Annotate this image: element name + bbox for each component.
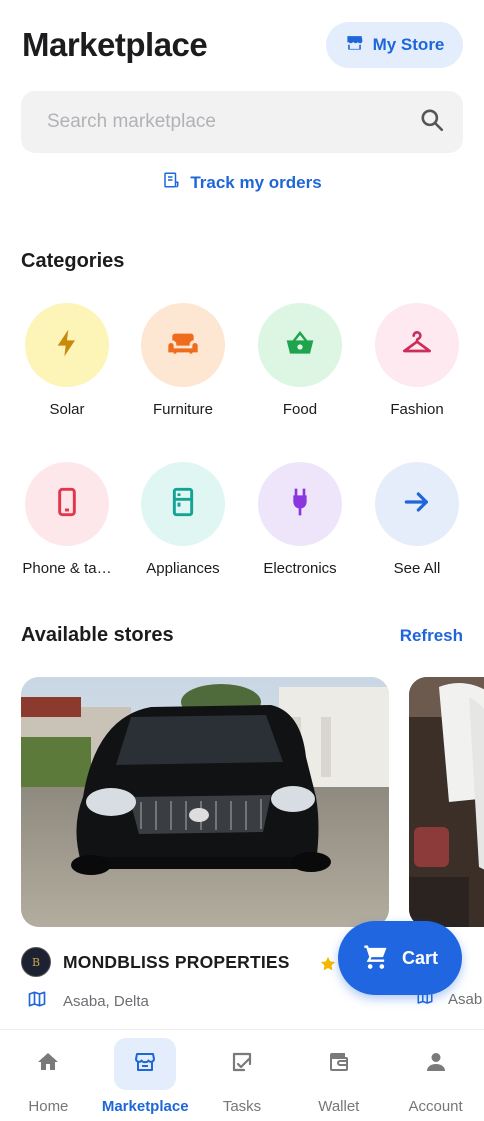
category-label: Fashion: [390, 401, 444, 418]
my-store-label: My Store: [372, 35, 445, 54]
search-input[interactable]: [47, 111, 419, 133]
search-icon[interactable]: [419, 107, 445, 138]
category-icon-circle: [25, 462, 109, 546]
category-appliances[interactable]: Appliances: [125, 462, 241, 577]
nav-wallet[interactable]: Wallet: [290, 1030, 387, 1121]
nav-icon-wrap: [114, 1038, 177, 1090]
category-icon-circle: [258, 303, 342, 387]
star-icon: [319, 955, 337, 978]
category-icon-circle: [375, 303, 459, 387]
arrow-right-icon: [401, 486, 433, 523]
fridge-icon: [167, 486, 199, 523]
category-icon-circle: [25, 303, 109, 387]
category-fashion[interactable]: Fashion: [359, 303, 475, 418]
account-icon: [424, 1050, 448, 1079]
store-location-2: Asab: [448, 990, 483, 1008]
tasks-icon: [230, 1050, 254, 1079]
map-icon: [27, 989, 47, 1014]
bolt-icon: [51, 327, 83, 364]
category-see-all[interactable]: See All: [359, 462, 475, 577]
store-icon: [133, 1050, 157, 1079]
category-electronics[interactable]: Electronics: [242, 462, 358, 577]
hanger-icon: [401, 327, 433, 364]
category-label: Food: [282, 401, 318, 418]
nav-label: Wallet: [318, 1098, 360, 1115]
category-food[interactable]: Food: [242, 303, 358, 418]
header: Marketplace My Store: [22, 22, 463, 68]
cart-button[interactable]: Cart: [338, 921, 462, 995]
nav-icon-wrap: [211, 1038, 273, 1090]
categories-title: Categories: [21, 250, 125, 272]
category-icon-circle: [258, 462, 342, 546]
category-label: See All: [393, 560, 441, 577]
bottom-nav: Home Marketplace Tasks Wallet Account: [0, 1029, 484, 1121]
store-photo-2: [409, 677, 484, 927]
nav-icon-wrap: [17, 1038, 79, 1090]
store-location: Asaba, Delta: [63, 993, 149, 1010]
available-stores-title: Available stores: [21, 624, 174, 646]
store-card-image-2[interactable]: [409, 677, 484, 927]
track-orders-label: Track my orders: [190, 172, 322, 192]
storefront-icon: [345, 33, 364, 57]
category-icon-circle: [375, 462, 459, 546]
page-title: Marketplace: [22, 26, 208, 63]
nav-marketplace[interactable]: Marketplace: [97, 1030, 194, 1121]
wallet-icon: [327, 1050, 351, 1079]
nav-label: Home: [28, 1098, 69, 1115]
basket-icon: [284, 327, 316, 364]
my-store-button[interactable]: My Store: [326, 22, 463, 68]
category-label: Appliances: [146, 560, 220, 577]
cart-label: Cart: [401, 947, 438, 968]
category-label: Furniture: [152, 401, 214, 418]
track-orders-link[interactable]: Track my orders: [0, 171, 484, 194]
category-phones[interactable]: Phone & ta…: [9, 462, 125, 577]
nav-icon-wrap: [405, 1038, 467, 1090]
category-furniture[interactable]: Furniture: [125, 303, 241, 418]
category-solar[interactable]: Solar: [9, 303, 125, 418]
search-bar[interactable]: [21, 91, 463, 153]
phone-icon: [51, 486, 83, 523]
store-card-image[interactable]: [21, 677, 389, 927]
category-label: Solar: [49, 401, 85, 418]
category-label: Electronics: [263, 560, 337, 577]
home-icon: [36, 1050, 60, 1079]
nav-label: Account: [408, 1098, 463, 1115]
nav-label: Marketplace: [101, 1098, 189, 1115]
sofa-icon: [167, 327, 199, 364]
category-label: Phone & ta…: [22, 560, 112, 577]
nav-account[interactable]: Account: [387, 1030, 484, 1121]
nav-home[interactable]: Home: [0, 1030, 97, 1121]
nav-label: Tasks: [222, 1098, 262, 1115]
store-photo: [21, 677, 389, 927]
avatar: B: [21, 947, 51, 977]
cart-icon: [362, 942, 390, 975]
nav-icon-wrap: [308, 1038, 370, 1090]
category-icon-circle: [141, 462, 225, 546]
refresh-button[interactable]: Refresh: [400, 626, 463, 646]
receipt-icon: [162, 171, 180, 194]
nav-tasks[interactable]: Tasks: [194, 1030, 291, 1121]
plug-icon: [284, 486, 316, 523]
store-name[interactable]: MONDBLISS PROPERTIES: [63, 952, 290, 973]
category-icon-circle: [141, 303, 225, 387]
